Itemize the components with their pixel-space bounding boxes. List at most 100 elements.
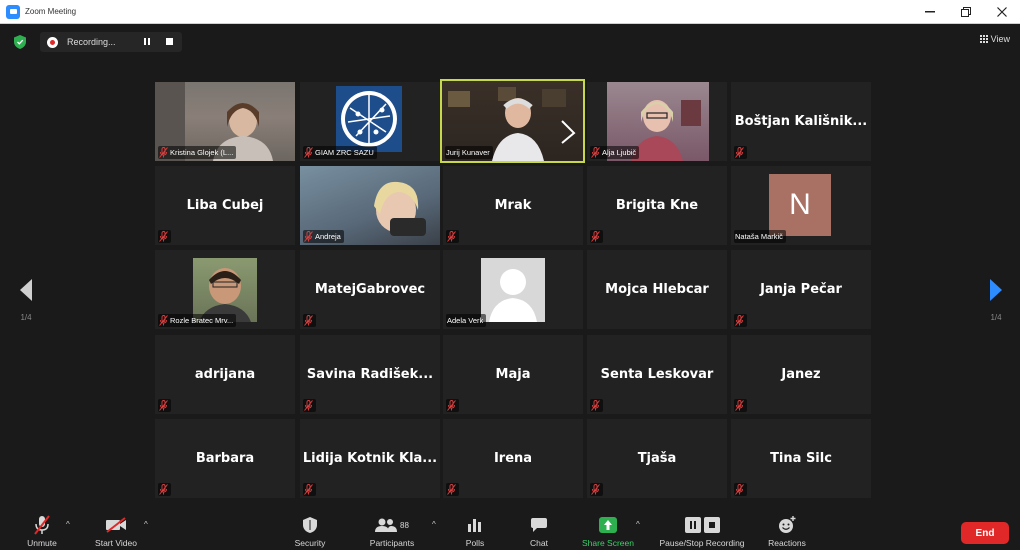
minimize-icon [925,11,935,13]
participant-name: Nataša Markič [735,232,783,241]
participant-tile[interactable]: N Nataša Markič [731,166,871,245]
pause-recording-icon[interactable] [144,38,150,45]
audio-options-caret-icon[interactable]: ^ [66,520,70,529]
start-video-label: Start Video [95,538,137,548]
participant-name-center: Maja [495,367,531,382]
participant-label [446,230,459,243]
participant-tile[interactable]: Irena [443,419,583,498]
participant-tile[interactable]: Tina Šilc [731,419,871,498]
participant-tile[interactable]: Brigita Kne [587,166,727,245]
view-button[interactable]: View [979,34,1010,44]
minimize-button[interactable] [912,0,948,24]
participant-tile[interactable]: Tjaša [587,419,727,498]
video-off-icon [106,517,126,533]
participant-label [158,399,171,412]
next-page-nav[interactable]: 1/4 [988,278,1004,322]
participant-tile[interactable]: Janez [731,335,871,414]
participant-label [590,230,603,243]
reactions-button[interactable]: Reactions [764,508,810,550]
share-screen-button[interactable]: Share Screen [577,508,639,550]
participant-label [734,146,747,159]
participant-tile[interactable]: Janja Pečar [731,250,871,329]
participant-tile[interactable]: Alja Ljubič [587,82,727,161]
participant-name-center: Savina Radišek... [306,367,434,382]
end-meeting-button[interactable]: End [961,522,1009,544]
muted-mic-icon [591,484,600,495]
start-video-button[interactable]: Start Video [88,508,144,550]
window-title: Zoom Meeting [25,7,77,16]
participant-name: Alja Ljubič [602,148,637,157]
participant-label [446,483,459,496]
arrow-left-icon [20,279,32,301]
participant-tile[interactable]: Adela Verk [443,250,583,329]
person-silhouette-icon [199,268,251,322]
participant-tile[interactable]: Mojca Hlebcar [587,250,727,329]
meeting-toolbar: Unmute ^ Start Video ^ Security 88 Parti… [0,508,1020,550]
participant-name-center: Brigita Kne [615,198,699,213]
participant-tile[interactable]: Boštjan Kališnik... [731,82,871,161]
organization-logo [336,86,402,152]
muted-mic-icon [591,147,600,158]
muted-mic-icon [304,400,313,411]
participant-tile-active-speaker[interactable]: Jurij Kunaver [440,79,585,163]
encryption-shield-icon[interactable] [14,35,26,49]
video-options-caret-icon[interactable]: ^ [144,520,148,529]
participant-label: Adela Verk [446,314,487,327]
participant-name-center: adrijana [194,367,256,382]
participant-tile[interactable]: GIAM ZRC SAZU [300,82,440,161]
participant-tile[interactable]: Andreja [300,166,440,245]
default-avatar [481,258,545,322]
participant-name-center: Janja Pečar [760,282,842,297]
participant-name-center: Boštjan Kališnik... [734,114,868,129]
participant-label [158,483,171,496]
muted-mic-icon [447,400,456,411]
share-screen-arrow-icon [599,517,617,533]
muted-mic-icon [159,400,168,411]
participant-label [590,483,603,496]
participant-tile[interactable]: Senta Leskovar [587,335,727,414]
participant-name-center: Tjaša [637,451,677,466]
prev-page-nav[interactable]: 1/4 [18,278,34,322]
close-button[interactable] [984,0,1020,24]
participant-tile[interactable]: Savina Radišek... [300,335,440,414]
polls-icon [468,519,481,532]
participant-label [734,314,747,327]
stop-recording-icon[interactable] [166,38,173,45]
chat-button[interactable]: Chat [522,508,556,550]
muted-mic-icon [735,315,744,326]
muted-microphone-icon [34,515,50,535]
reactions-emoji-icon [779,516,796,533]
participant-tile[interactable]: Liba Čubej [155,166,295,245]
muted-mic-icon [735,147,744,158]
participant-tile[interactable]: MatejGabrovec [300,250,440,329]
muted-mic-icon [304,231,313,242]
participant-tile[interactable]: Rozle Bratec Mrv... [155,250,295,329]
participant-tile[interactable]: Mrak [443,166,583,245]
participant-tile[interactable]: Kristina Glojek (L... [155,82,295,161]
participant-label [734,399,747,412]
participant-tile[interactable]: Barbara [155,419,295,498]
restore-button[interactable] [948,0,984,24]
chat-label: Chat [530,538,548,548]
muted-mic-icon [159,315,168,326]
chat-bubble-icon [531,518,547,532]
pause-stop-recording-button[interactable]: Pause/Stop Recording [654,508,750,550]
participant-tile[interactable]: adrijana [155,335,295,414]
muted-mic-icon [304,315,313,326]
participants-button[interactable]: 88 Participants [362,508,422,550]
recording-indicator: Recording... [40,32,182,52]
reactions-label: Reactions [768,538,806,548]
participant-name-center: Mojca Hlebcar [605,282,709,297]
participant-name-center: Liba Čubej [186,198,264,213]
avatar-initial: N [789,188,811,221]
participant-name: Andreja [315,232,341,241]
share-options-caret-icon[interactable]: ^ [636,520,640,529]
security-shield-icon [303,517,317,533]
participant-tile[interactable]: Lidija Kotnik Kla... [300,419,440,498]
polls-button[interactable]: Polls [460,508,490,550]
unmute-button[interactable]: Unmute [22,508,62,550]
participant-tile[interactable]: Maja [443,335,583,414]
participants-options-caret-icon[interactable]: ^ [432,520,436,529]
security-button[interactable]: Security [288,508,332,550]
participant-name-center: Irena [493,451,533,466]
